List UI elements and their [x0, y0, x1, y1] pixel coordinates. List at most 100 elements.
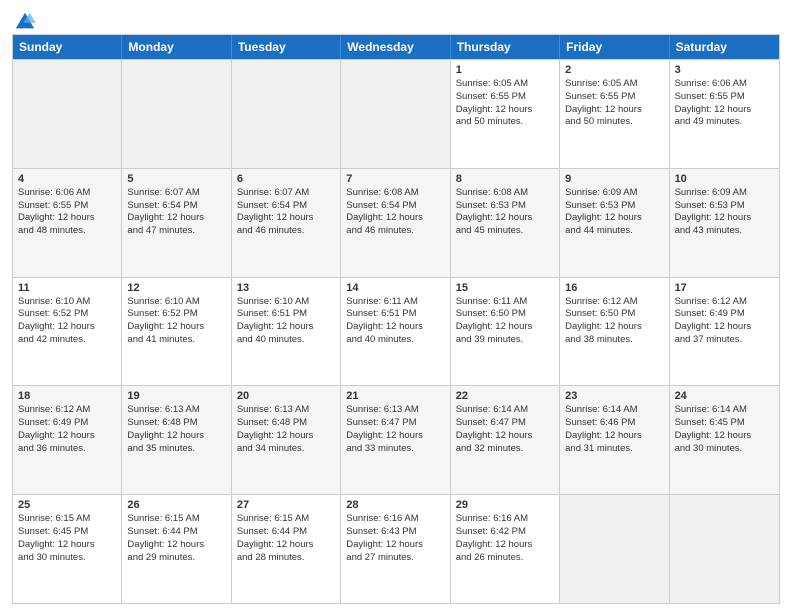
day-info: Sunrise: 6:10 AM Sunset: 6:52 PM Dayligh…	[18, 296, 116, 347]
cal-week-4: 18 Sunrise: 6:12 AM Sunset: 6:49 PM Dayli…	[13, 385, 779, 494]
day-info: Sunrise: 6:09 AM Sunset: 6:53 PM Dayligh…	[565, 187, 663, 238]
day-info: Sunrise: 6:09 AM Sunset: 6:53 PM Dayligh…	[675, 187, 774, 238]
cal-cell	[341, 60, 450, 168]
day-info: Sunrise: 6:15 AM Sunset: 6:44 PM Dayligh…	[237, 513, 335, 564]
day-number: 17	[675, 282, 774, 294]
day-number: 25	[18, 499, 116, 511]
day-number: 10	[675, 173, 774, 185]
cal-week-2: 4Sunrise: 6:06 AM Sunset: 6:55 PM Daylig…	[13, 168, 779, 277]
header	[12, 10, 780, 28]
day-info: Sunrise: 6:07 AM Sunset: 6:54 PM Dayligh…	[237, 187, 335, 238]
day-info: Sunrise: 6:13 AM Sunset: 6:48 PM Dayligh…	[127, 404, 225, 455]
day-info: Sunrise: 6:06 AM Sunset: 6:55 PM Dayligh…	[675, 78, 774, 129]
logo	[12, 10, 36, 28]
cal-cell: 15 Sunrise: 6:11 AM Sunset: 6:50 PM Dayli…	[451, 278, 560, 386]
cal-header-monday: Monday	[122, 35, 231, 59]
day-number: 9	[565, 173, 663, 185]
day-number: 1	[456, 64, 554, 76]
day-info: Sunrise: 6:07 AM Sunset: 6:54 PM Dayligh…	[127, 187, 225, 238]
day-info: Sunrise: 6:14 AM Sunset: 6:47 PM Dayligh…	[456, 404, 554, 455]
cal-cell	[560, 495, 669, 603]
day-info: Sunrise: 6:11 AM Sunset: 6:50 PM Dayligh…	[456, 296, 554, 347]
cal-cell: 7 Sunrise: 6:08 AM Sunset: 6:54 PM Daylig…	[341, 169, 450, 277]
day-info: Sunrise: 6:13 AM Sunset: 6:48 PM Dayligh…	[237, 404, 335, 455]
day-info: Sunrise: 6:08 AM Sunset: 6:54 PM Dayligh…	[346, 187, 444, 238]
day-number: 5	[127, 173, 225, 185]
day-number: 12	[127, 282, 225, 294]
cal-header-tuesday: Tuesday	[232, 35, 341, 59]
day-info: Sunrise: 6:08 AM Sunset: 6:53 PM Dayligh…	[456, 187, 554, 238]
day-number: 13	[237, 282, 335, 294]
day-number: 4	[18, 173, 116, 185]
day-info: Sunrise: 6:14 AM Sunset: 6:46 PM Dayligh…	[565, 404, 663, 455]
day-number: 2	[565, 64, 663, 76]
cal-cell: 26 Sunrise: 6:15 AM Sunset: 6:44 PM Dayli…	[122, 495, 231, 603]
day-info: Sunrise: 6:10 AM Sunset: 6:51 PM Dayligh…	[237, 296, 335, 347]
day-info: Sunrise: 6:13 AM Sunset: 6:47 PM Dayligh…	[346, 404, 444, 455]
day-number: 24	[675, 390, 774, 402]
day-info: Sunrise: 6:12 AM Sunset: 6:50 PM Dayligh…	[565, 296, 663, 347]
cal-cell: 13 Sunrise: 6:10 AM Sunset: 6:51 PM Dayli…	[232, 278, 341, 386]
cal-cell	[122, 60, 231, 168]
calendar: SundayMondayTuesdayWednesdayThursdayFrid…	[12, 34, 780, 604]
day-info: Sunrise: 6:05 AM Sunset: 6:55 PM Dayligh…	[456, 78, 554, 129]
day-info: Sunrise: 6:05 AM Sunset: 6:55 PM Dayligh…	[565, 78, 663, 129]
cal-cell: 29 Sunrise: 6:16 AM Sunset: 6:42 PM Dayli…	[451, 495, 560, 603]
cal-cell: 2 Sunrise: 6:05 AM Sunset: 6:55 PM Daylig…	[560, 60, 669, 168]
cal-cell: 5 Sunrise: 6:07 AM Sunset: 6:54 PM Daylig…	[122, 169, 231, 277]
day-info: Sunrise: 6:12 AM Sunset: 6:49 PM Dayligh…	[18, 404, 116, 455]
day-number: 18	[18, 390, 116, 402]
day-info: Sunrise: 6:16 AM Sunset: 6:43 PM Dayligh…	[346, 513, 444, 564]
page: SundayMondayTuesdayWednesdayThursdayFrid…	[0, 0, 792, 612]
cal-header-thursday: Thursday	[451, 35, 560, 59]
day-number: 22	[456, 390, 554, 402]
day-info: Sunrise: 6:16 AM Sunset: 6:42 PM Dayligh…	[456, 513, 554, 564]
day-number: 6	[237, 173, 335, 185]
day-number: 27	[237, 499, 335, 511]
cal-header-sunday: Sunday	[13, 35, 122, 59]
cal-cell: 23 Sunrise: 6:14 AM Sunset: 6:46 PM Dayli…	[560, 386, 669, 494]
cal-header-friday: Friday	[560, 35, 669, 59]
cal-cell: 6 Sunrise: 6:07 AM Sunset: 6:54 PM Daylig…	[232, 169, 341, 277]
cal-cell: 12Sunrise: 6:10 AM Sunset: 6:52 PM Dayli…	[122, 278, 231, 386]
cal-week-1: 1 Sunrise: 6:05 AM Sunset: 6:55 PM Daylig…	[13, 59, 779, 168]
day-number: 29	[456, 499, 554, 511]
cal-cell: 1 Sunrise: 6:05 AM Sunset: 6:55 PM Daylig…	[451, 60, 560, 168]
day-number: 23	[565, 390, 663, 402]
logo-icon	[14, 10, 36, 32]
day-info: Sunrise: 6:14 AM Sunset: 6:45 PM Dayligh…	[675, 404, 774, 455]
cal-cell: 20 Sunrise: 6:13 AM Sunset: 6:48 PM Dayli…	[232, 386, 341, 494]
cal-cell: 19 Sunrise: 6:13 AM Sunset: 6:48 PM Dayli…	[122, 386, 231, 494]
cal-cell: 4Sunrise: 6:06 AM Sunset: 6:55 PM Daylig…	[13, 169, 122, 277]
cal-week-5: 25 Sunrise: 6:15 AM Sunset: 6:45 PM Dayli…	[13, 494, 779, 603]
cal-cell: 9 Sunrise: 6:09 AM Sunset: 6:53 PM Daylig…	[560, 169, 669, 277]
day-number: 16	[565, 282, 663, 294]
cal-week-3: 11 Sunrise: 6:10 AM Sunset: 6:52 PM Dayli…	[13, 277, 779, 386]
day-info: Sunrise: 6:15 AM Sunset: 6:44 PM Dayligh…	[127, 513, 225, 564]
day-info: Sunrise: 6:15 AM Sunset: 6:45 PM Dayligh…	[18, 513, 116, 564]
cal-cell: 17Sunrise: 6:12 AM Sunset: 6:49 PM Dayli…	[670, 278, 779, 386]
cal-cell: 10 Sunrise: 6:09 AM Sunset: 6:53 PM Dayli…	[670, 169, 779, 277]
cal-cell: 22 Sunrise: 6:14 AM Sunset: 6:47 PM Dayli…	[451, 386, 560, 494]
day-number: 19	[127, 390, 225, 402]
day-number: 3	[675, 64, 774, 76]
cal-cell: 3 Sunrise: 6:06 AM Sunset: 6:55 PM Daylig…	[670, 60, 779, 168]
cal-cell	[232, 60, 341, 168]
cal-cell	[13, 60, 122, 168]
cal-cell: 24 Sunrise: 6:14 AM Sunset: 6:45 PM Dayli…	[670, 386, 779, 494]
cal-cell	[670, 495, 779, 603]
cal-cell: 27 Sunrise: 6:15 AM Sunset: 6:44 PM Dayli…	[232, 495, 341, 603]
day-number: 26	[127, 499, 225, 511]
day-number: 8	[456, 173, 554, 185]
day-number: 15	[456, 282, 554, 294]
cal-cell: 11 Sunrise: 6:10 AM Sunset: 6:52 PM Dayli…	[13, 278, 122, 386]
day-number: 11	[18, 282, 116, 294]
cal-cell: 25 Sunrise: 6:15 AM Sunset: 6:45 PM Dayli…	[13, 495, 122, 603]
calendar-header: SundayMondayTuesdayWednesdayThursdayFrid…	[13, 35, 779, 59]
cal-cell: 28Sunrise: 6:16 AM Sunset: 6:43 PM Dayli…	[341, 495, 450, 603]
cal-cell: 14Sunrise: 6:11 AM Sunset: 6:51 PM Dayli…	[341, 278, 450, 386]
day-number: 7	[346, 173, 444, 185]
day-number: 20	[237, 390, 335, 402]
cal-cell: 16 Sunrise: 6:12 AM Sunset: 6:50 PM Dayli…	[560, 278, 669, 386]
cal-cell: 21Sunrise: 6:13 AM Sunset: 6:47 PM Dayli…	[341, 386, 450, 494]
